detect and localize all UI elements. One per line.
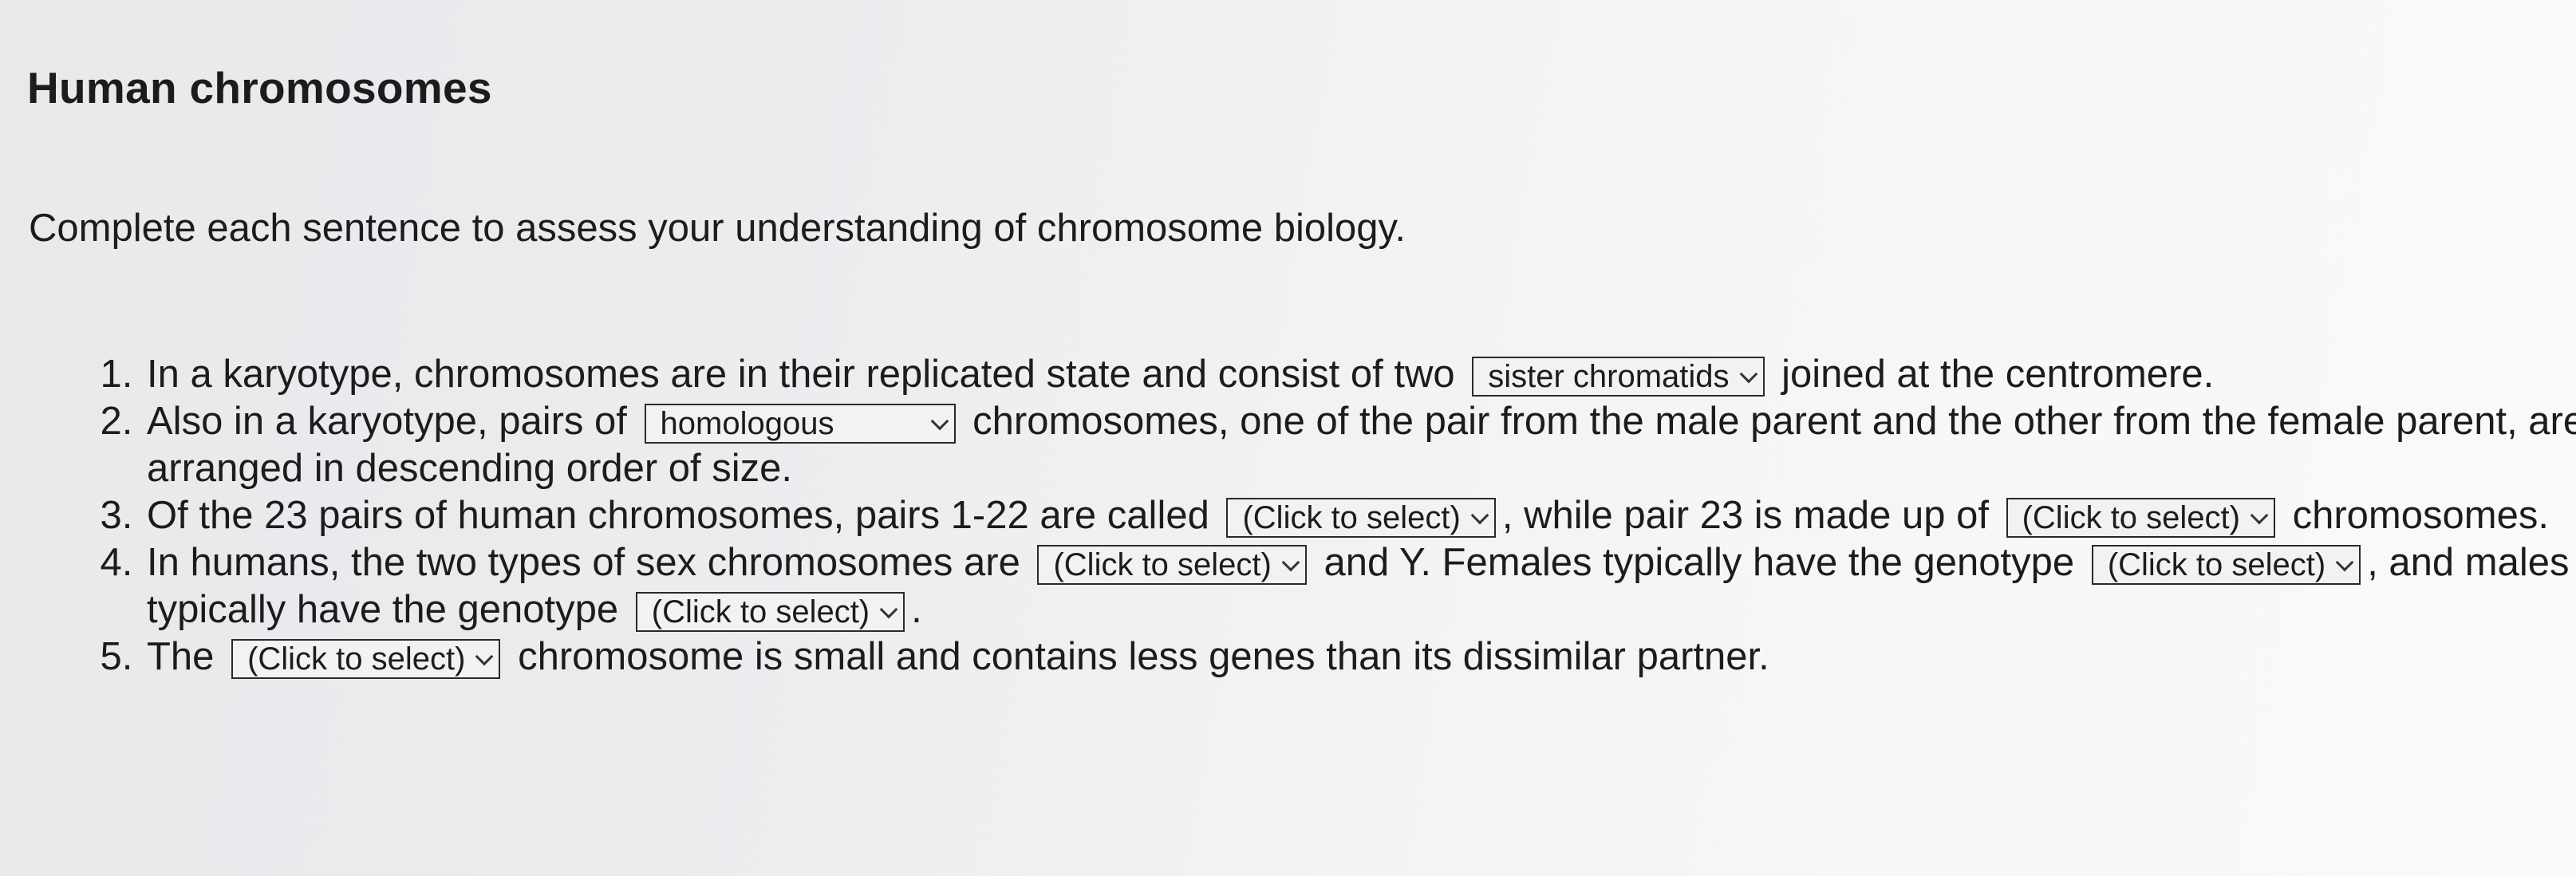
question-text: chromosomes. (2292, 494, 2549, 537)
question-text: Of the 23 pairs of human chromosomes, pa… (147, 494, 1209, 537)
question-text: , while pair 23 is made up of (1501, 494, 1989, 537)
dropdown-value: (Click to select) (651, 594, 870, 629)
question-text: joined at the centromere. (1781, 353, 2215, 396)
answer-dropdown[interactable]: (Click to select) (635, 592, 905, 633)
chevron-down-icon (2250, 509, 2267, 527)
chevron-down-icon (1281, 556, 1299, 574)
instructions: Complete each sentence to assess your un… (29, 207, 1406, 250)
question-3: Of the 23 pairs of human chromosomes, pa… (144, 492, 2576, 539)
chevron-down-icon (879, 603, 897, 621)
answer-dropdown[interactable]: (Click to select) (1037, 545, 1307, 586)
question-text: and Y. Females typically have the genoty… (1324, 541, 2075, 584)
question-text: In humans, the two types of sex chromoso… (147, 541, 1020, 584)
answer-dropdown[interactable]: (Click to select) (2006, 498, 2275, 539)
chevron-down-icon (2335, 556, 2353, 574)
answer-dropdown[interactable]: (Click to select) (2091, 545, 2361, 586)
question-text: In a karyotype, chromosomes are in their… (147, 353, 1455, 396)
question-2: Also in a karyotype, pairs of homologous… (144, 398, 2576, 492)
dropdown-value: (Click to select) (1053, 547, 1272, 582)
chevron-down-icon (1470, 509, 1488, 527)
dropdown-value: homologous (660, 405, 834, 441)
dropdown-value: (Click to select) (247, 641, 466, 677)
chevron-down-icon (1739, 368, 1757, 385)
dropdown-value: sister chromatids (1488, 358, 1730, 394)
question-5: The (Click to select) chromosome is smal… (144, 633, 2576, 681)
chevron-down-icon (930, 415, 948, 432)
dropdown-value: (Click to select) (2107, 547, 2326, 582)
answer-dropdown[interactable]: homologous (644, 404, 956, 444)
answer-dropdown[interactable]: (Click to select) (1226, 498, 1496, 539)
page-title: Human chromosomes (27, 63, 492, 112)
question-1: In a karyotype, chromosomes are in their… (144, 351, 2576, 398)
question-4: In humans, the two types of sex chromoso… (144, 539, 2576, 633)
answer-dropdown[interactable]: (Click to select) (231, 639, 501, 680)
chevron-down-icon (475, 650, 492, 668)
question-text: The (147, 635, 215, 678)
answer-dropdown[interactable]: sister chromatids (1472, 357, 1765, 397)
question-text: Also in a karyotype, pairs of (147, 400, 627, 443)
question-text: chromosome is small and contains less ge… (518, 635, 1769, 678)
dropdown-value: (Click to select) (2022, 499, 2240, 535)
question-text: . (911, 588, 922, 631)
question-list: In a karyotype, chromosomes are in their… (89, 351, 2576, 681)
dropdown-value: (Click to select) (1242, 499, 1461, 535)
